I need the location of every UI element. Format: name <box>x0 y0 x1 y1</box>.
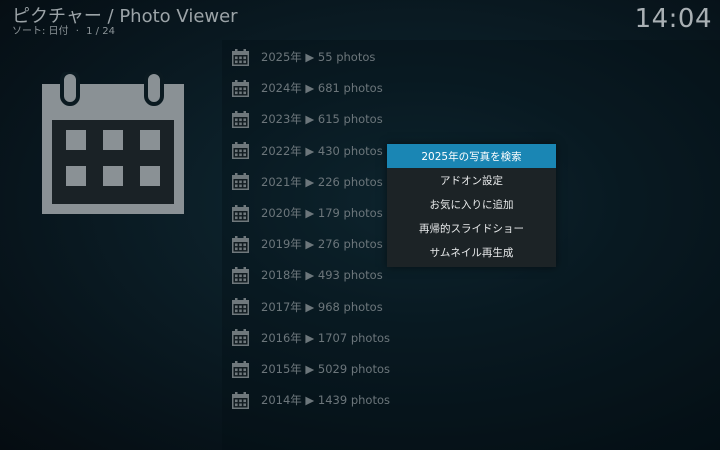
list-item[interactable]: 2015年 ▶ 5029 photos <box>232 357 390 381</box>
list-item[interactable]: 2018年 ▶ 493 photos <box>232 263 383 287</box>
list-item[interactable]: 2021年 ▶ 226 photos <box>232 170 383 194</box>
calendar-icon <box>232 48 249 66</box>
list-item[interactable]: 2024年 ▶ 681 photos <box>232 76 383 100</box>
context-menu-item[interactable]: サムネイル再生成 <box>387 240 556 264</box>
calendar-icon <box>232 110 249 128</box>
calendar-icon <box>232 79 249 97</box>
calendar-icon <box>232 360 249 378</box>
sort-separator: · <box>75 26 79 37</box>
calendar-icon <box>232 266 249 284</box>
list-item[interactable]: 2023年 ▶ 615 photos <box>232 107 383 131</box>
list-item[interactable]: 2016年 ▶ 1707 photos <box>232 326 390 350</box>
list-item-label: 2015年 ▶ 5029 photos <box>261 362 391 376</box>
list-item-label: 2024年 ▶ 681 photos <box>261 81 383 96</box>
list-item[interactable]: 2017年 ▶ 968 photos <box>232 295 383 319</box>
context-menu-item[interactable]: お気に入りに追加 <box>387 192 556 216</box>
item-position: 1 / 24 <box>86 26 115 37</box>
list-item[interactable]: 2022年 ▶ 430 photos <box>232 139 383 163</box>
calendar-icon <box>232 298 249 316</box>
context-menu-item[interactable]: 2025年の写真を検索 <box>387 144 556 168</box>
list-item-label: 2020年 ▶ 179 photos <box>261 206 383 220</box>
list-item-label: 2025年 ▶ 55 photos <box>261 50 376 64</box>
calendar-icon <box>232 329 249 347</box>
sort-info: ソート: 日付 · 1 / 24 <box>12 22 119 37</box>
list-item-label: 2023年 ▶ 615 photos <box>261 112 383 127</box>
list-item-label: 2019年 ▶ 276 photos <box>261 237 383 252</box>
list-item[interactable]: 2025年 ▶ 55 photos <box>232 45 375 69</box>
calendar-icon <box>232 391 249 409</box>
screen: ピクチャー / Photo Viewer ソート: 日付 · 1 / 24 14… <box>0 0 720 450</box>
list-item[interactable]: 2020年 ▶ 179 photos <box>232 201 383 225</box>
calendar-icon <box>232 204 249 222</box>
list-item-label: 2014年 ▶ 1439 photos <box>261 393 391 408</box>
calendar-icon <box>42 72 184 214</box>
list-item-label: 2021年 ▶ 226 photos <box>261 174 383 189</box>
calendar-icon <box>232 142 249 160</box>
list-item[interactable]: 2019年 ▶ 276 photos <box>232 232 383 256</box>
context-menu-item[interactable]: 再帰的スライドショー <box>387 216 556 240</box>
list-item-label: 2016年 ▶ 1707 photos <box>261 330 391 345</box>
clock: 14:04 <box>634 4 712 34</box>
list-item-label: 2022年 ▶ 430 photos <box>261 143 383 158</box>
calendar-icon <box>232 235 249 253</box>
calendar-icon <box>232 173 249 191</box>
context-menu: 2025年の写真を検索 アドオン設定 お気に入りに追加 再帰的スライドショー サムネイル… <box>387 144 556 267</box>
context-menu-item[interactable]: アドオン設定 <box>387 168 556 192</box>
list-item[interactable]: 2014年 ▶ 1439 photos <box>232 388 390 412</box>
list-item-label: 2017年 ▶ 968 photos <box>261 299 383 314</box>
list-item-label: 2018年 ▶ 493 photos <box>261 268 383 283</box>
sort-label[interactable]: ソート: 日付 <box>12 26 69 37</box>
